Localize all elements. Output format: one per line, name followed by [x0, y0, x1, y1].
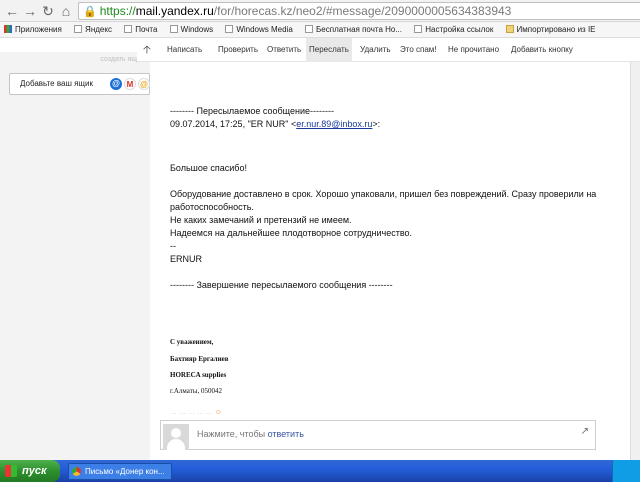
bookmark-windows[interactable]: Windows	[169, 22, 213, 37]
page-icon	[414, 25, 423, 33]
start-button[interactable]: пуск	[0, 460, 60, 482]
forward-header: -------- Пересылаемое сообщение--------	[170, 106, 334, 116]
bookmark-mail[interactable]: Почта	[124, 22, 157, 37]
mark-unread-button[interactable]: Не прочитано	[448, 38, 499, 62]
expand-icon[interactable]: ↗	[581, 426, 589, 437]
chrome-icon	[72, 467, 81, 476]
home-icon[interactable]: ⌂	[58, 3, 74, 19]
avatar-head	[171, 428, 181, 438]
sidebar-top-strip	[0, 38, 150, 52]
paragraph-line: Не каких замечаний и претензий не имеем.	[170, 215, 352, 225]
message-toolbar: 🡡 Написать Проверить Ответить Переслать …	[137, 38, 640, 62]
reply-button[interactable]: Ответить	[267, 38, 301, 62]
forward-footer: -------- Завершение пересылаемого сообще…	[170, 280, 393, 290]
forward-button[interactable]: Переслать	[306, 38, 352, 62]
bookmark-free-mail[interactable]: Бесплатная почта Ho...	[305, 22, 402, 37]
signature-line: Бахтияр Ергалиев	[170, 355, 229, 363]
bookmark-link-settings[interactable]: Настройка ссылок	[414, 22, 493, 37]
system-tray	[612, 460, 640, 482]
taskbar: пуск Письмо «Донер кон...	[0, 460, 640, 482]
address-bar: ← → ↻ ⌂ 🔒 https://mail.yandex.ru/for/hore…	[0, 0, 640, 22]
taskbar-window-chrome[interactable]: Письмо «Донер кон...	[68, 463, 172, 480]
lock-icon: 🔒	[83, 6, 97, 18]
paragraph-line: Оборудование доставлено в срок. Хорошо у…	[170, 189, 597, 199]
back-icon[interactable]: ←	[4, 3, 20, 19]
folder-icon	[505, 25, 514, 33]
windows-flag-icon	[5, 465, 17, 477]
forward-meta: 09.07.2014, 17:25, "ER NUR" <er.nur.89@i…	[170, 119, 381, 129]
page-icon	[74, 25, 83, 33]
reload-icon[interactable]: ↻	[40, 3, 56, 19]
bookmark-imported-ie[interactable]: Импортировано из IE	[505, 22, 596, 37]
apps-grid-icon	[4, 25, 12, 33]
thanks-line: Большое спасибо!	[170, 163, 247, 173]
emoji-icon: ☺	[214, 409, 222, 416]
signature-line: С уважением,	[170, 338, 214, 346]
sender-name: ERNUR	[170, 254, 203, 264]
bookmark-windows-media[interactable]: Windows Media	[225, 22, 293, 37]
avatar	[163, 424, 189, 450]
page-icon	[225, 25, 234, 33]
add-button-button[interactable]: Добавить кнопку	[511, 38, 573, 62]
page-icon	[305, 25, 314, 33]
bookmark-apps[interactable]: Приложения	[4, 22, 62, 37]
gmail-icon: M	[124, 78, 136, 90]
reply-placeholder[interactable]: Нажмите, чтобы ответить	[197, 429, 304, 439]
check-mail-button[interactable]: Проверить	[218, 38, 258, 62]
outlook-icon: @	[138, 78, 150, 90]
faded-footer-text: … … … … … ☺	[170, 409, 222, 416]
mail-icon	[124, 25, 133, 33]
signature-line: HORECA supplies	[170, 371, 227, 379]
sender-email-link[interactable]: er.nur.89@inbox.ru	[296, 119, 372, 129]
arrow-up-icon[interactable]: 🡡	[141, 38, 153, 62]
compose-button[interactable]: Написать	[167, 38, 202, 62]
signature-line: г.Алматы, 050042	[170, 387, 222, 395]
delete-button[interactable]: Удалить	[360, 38, 391, 62]
add-mailbox-button[interactable]: Добавьте ваш ящик @ M @	[9, 73, 150, 95]
sidebar: создать ящик Добавьте ваш ящик @ M @	[0, 38, 150, 460]
add-mailbox-label: Добавьте ваш ящик	[20, 79, 93, 88]
signature-separator: --	[170, 241, 176, 251]
scrollbar[interactable]	[630, 62, 640, 460]
forward-icon[interactable]: →	[22, 3, 38, 19]
bookmarks-bar: Приложения Яндекс Почта Windows Windows …	[0, 22, 640, 38]
avatar-shoulders	[167, 439, 185, 450]
at-mail-icon: @	[110, 78, 122, 90]
page-icon	[169, 25, 178, 33]
bookmark-yandex[interactable]: Яндекс	[74, 22, 112, 37]
url-field[interactable]: 🔒 https://mail.yandex.ru/for/horecas.kz/n…	[78, 2, 640, 20]
quick-reply-box[interactable]: Нажмите, чтобы ответить ↗	[160, 420, 596, 450]
paragraph-line: работоспособность.	[170, 202, 254, 212]
paragraph-line: Надеемся на дальнейшее плодотворное сотр…	[170, 228, 413, 238]
spam-button[interactable]: Это спам!	[400, 38, 437, 62]
